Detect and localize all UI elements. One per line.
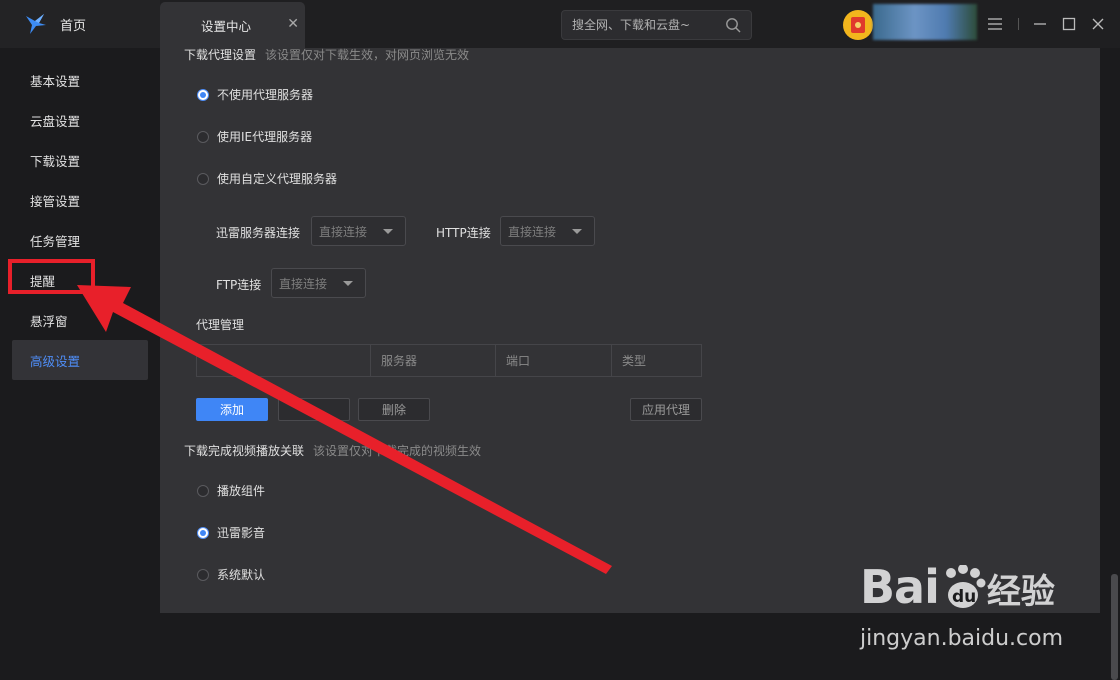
radio-dot [197,568,209,581]
home-tab[interactable]: 首页 [0,0,160,48]
watermark-brand: Bai [860,560,940,614]
proxy-table-header: 服务器 端口 类型 [196,344,702,377]
video-section-hint: 该设置仅对下载完成的视频生效 [313,444,482,458]
watermark-url: jingyan.baidu.com [860,626,1064,651]
radio-label: 使用自定义代理服务器 [217,172,338,186]
radio-system-default[interactable]: 系统默认 [197,566,265,583]
column-header [197,345,371,376]
column-header: 端口 [496,345,612,376]
sidebar-item-basic[interactable]: 基本设置 [12,60,148,100]
title-bar: 首页 设置中心 ✕ [0,0,1120,48]
radio-custom-proxy[interactable]: 使用自定义代理服务器 [197,170,337,187]
scrollbar[interactable] [1111,574,1118,680]
baidu-watermark-logo: Bai du 经验 [860,560,1055,614]
radio-play-component[interactable]: 播放组件 [197,482,265,499]
sidebar-item-advanced[interactable]: 高级设置 [12,340,148,380]
ftp-select[interactable]: 直接连接 [271,268,366,298]
watermark-brand-cn: 经验 [986,572,1055,612]
xunlei-bird-logo-icon [26,14,46,34]
http-select[interactable]: 直接连接 [500,216,595,246]
video-section-title: 下载完成视频播放关联 [184,444,305,458]
chevron-down-icon [343,280,353,286]
user-avatar-blurred[interactable] [873,4,977,40]
proxy-section-hint: 该设置仅对下载生效，对网页浏览无效 [265,48,470,62]
maximize-icon[interactable] [1059,14,1079,34]
radio-label: 播放组件 [217,484,266,498]
sidebar-item-reminder[interactable]: 提醒 [12,260,148,300]
search-input[interactable] [572,18,725,32]
close-window-icon[interactable] [1088,14,1108,34]
xunlei-server-select[interactable]: 直接连接 [311,216,406,246]
paw-icon: du [945,565,986,608]
radio-dot [197,484,209,497]
settings-tab-label: 设置中心 [201,18,252,34]
apply-proxy-button[interactable]: 应用代理 [630,398,702,421]
titlebar-divider [1018,18,1019,30]
radio-dot [197,172,209,185]
edit-proxy-button[interactable] [278,398,350,421]
search-icon[interactable] [725,17,741,33]
radio-label: 使用IE代理服务器 [217,130,313,144]
minimize-icon[interactable] [1030,14,1050,34]
home-tab-label: 首页 [60,18,87,34]
select-value: 直接连接 [508,224,557,239]
proxy-manage-title: 代理管理 [196,318,245,332]
red-packet-icon[interactable] [843,10,873,40]
select-value: 直接连接 [279,276,328,291]
radio-dot [197,526,209,539]
radio-label: 迅雷影音 [217,526,266,540]
sidebar-item-cloud[interactable]: 云盘设置 [12,100,148,140]
delete-proxy-button[interactable]: 删除 [358,398,430,421]
chevron-down-icon [383,228,393,234]
settings-panel: 下载代理设置 该设置仅对下载生效，对网页浏览无效 不使用代理服务器 使用IE代理… [160,48,1100,613]
sidebar-item-download[interactable]: 下载设置 [12,140,148,180]
column-header: 服务器 [371,345,496,376]
column-header: 类型 [622,354,647,368]
sidebar-item-float[interactable]: 悬浮窗 [12,300,148,340]
radio-xunlei-player[interactable]: 迅雷影音 [197,524,265,541]
settings-sidebar: 基本设置 云盘设置 下载设置 接管设置 任务管理 提醒 悬浮窗 高级设置 [0,48,160,680]
close-tab-icon[interactable]: ✕ [287,16,299,32]
ftp-label: FTP连接 [216,278,262,292]
radio-label: 系统默认 [217,568,266,582]
radio-label: 不使用代理服务器 [217,88,314,102]
radio-no-proxy[interactable]: 不使用代理服务器 [197,86,313,103]
add-proxy-button[interactable]: 添加 [196,398,268,421]
radio-dot [197,130,209,143]
http-label: HTTP连接 [436,226,491,240]
chevron-down-icon [572,228,582,234]
radio-dot [197,88,209,101]
xunlei-server-label: 迅雷服务器连接 [216,226,301,240]
tab-settings-center[interactable]: 设置中心 ✕ [160,2,305,48]
search-box[interactable] [561,10,752,40]
menu-icon[interactable] [985,14,1005,34]
sidebar-item-takeover[interactable]: 接管设置 [12,180,148,220]
radio-ie-proxy[interactable]: 使用IE代理服务器 [197,128,312,145]
sidebar-item-tasks[interactable]: 任务管理 [12,220,148,260]
proxy-section-title: 下载代理设置 [184,48,257,62]
select-value: 直接连接 [319,224,368,239]
svg-text:du: du [952,587,976,607]
